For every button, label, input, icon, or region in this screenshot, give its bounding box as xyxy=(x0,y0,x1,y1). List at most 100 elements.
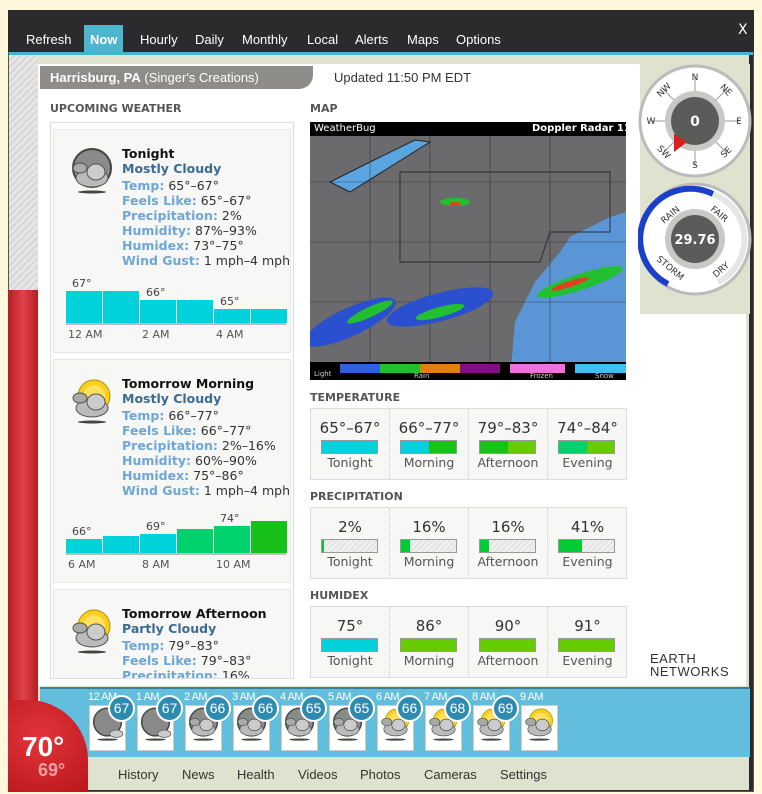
forecast-condition: Mostly Cloudy xyxy=(122,161,222,176)
hourly-item[interactable]: 1 AM 67 xyxy=(136,691,184,757)
summary-label: Afternoon xyxy=(477,455,539,470)
hourly-item[interactable]: 6 AM 66 xyxy=(376,691,424,757)
bar-label: 74° xyxy=(220,511,240,525)
precipitation-evening: 41% Evening xyxy=(548,508,627,578)
bar-label: 69° xyxy=(146,520,166,534)
bottom-nav-history[interactable]: History xyxy=(118,767,158,782)
summary-label: Tonight xyxy=(327,653,373,668)
forecast-detail: Feels Like: 79°–83° xyxy=(122,653,251,668)
close-button[interactable]: X xyxy=(738,22,748,38)
bar-fill xyxy=(480,639,535,651)
upcoming-list[interactable]: Tonight Mostly Cloudy Temp: 65°–67° Feels L… xyxy=(50,122,294,679)
location-tab[interactable]: Harrisburg, PA (Singer's Creations) xyxy=(40,66,313,89)
accent-line xyxy=(9,52,753,55)
bar-segment xyxy=(559,441,587,453)
sun-cloudy-icon xyxy=(68,376,116,424)
bottom-nav-cameras[interactable]: Cameras xyxy=(424,767,477,782)
city: Harrisburg, PA xyxy=(50,70,141,85)
nav-refresh[interactable]: Refresh xyxy=(20,25,78,52)
compass-w: W xyxy=(647,117,656,127)
detail-value: 65°–67° xyxy=(168,178,219,193)
nav-monthly[interactable]: Monthly xyxy=(236,25,294,52)
summary-label: Morning xyxy=(403,653,455,668)
forecast-detail: Temp: 65°–67° xyxy=(122,178,219,193)
hour-temp: 65 xyxy=(348,695,375,722)
nav-maps[interactable]: Maps xyxy=(401,25,445,52)
current-temp: 70° xyxy=(22,731,65,762)
forecast-detail: Humidity: 87%–93% xyxy=(122,223,257,238)
hourly-item[interactable]: 4 AM 65 xyxy=(280,691,328,757)
forecast-card[interactable]: Tomorrow Morning Mostly Cloudy Temp: 66°–7… xyxy=(53,359,291,583)
bar-segment xyxy=(507,441,535,453)
earth-networks-logo: EARTH NETWORKS xyxy=(650,651,730,679)
detail-label: Humidex: xyxy=(122,468,190,483)
forecast-card[interactable]: Tonight Mostly Cloudy Temp: 65°–67° Feels L… xyxy=(53,129,291,353)
compass-n: N xyxy=(692,73,699,83)
detail-label: Temp: xyxy=(122,408,165,423)
wind-compass[interactable]: NNEESESSWWNW 0 xyxy=(638,64,754,180)
radar-map[interactable]: WeatherBug Doppler Radar 11:36 P Light R… xyxy=(310,122,626,380)
hourly-strip[interactable]: 12 AM 67 1 AM 67 2 AM 66 3 AM 66 4 AM 65 5 AM 65 6 A… xyxy=(40,687,750,757)
summary-value: 66°–77° xyxy=(398,419,460,437)
legend-frozen: Frozen xyxy=(530,372,553,380)
bottom-nav-photos[interactable]: Photos xyxy=(360,767,400,782)
bar-fill xyxy=(559,639,614,651)
forecast-detail: Humidex: 73°–75° xyxy=(122,238,244,253)
temp-bar xyxy=(140,534,176,553)
bar-segment xyxy=(401,441,429,453)
feels-like-temp: 69° xyxy=(38,760,66,780)
hourly-item[interactable]: 8 AM 69 xyxy=(472,691,520,757)
forecast-detail: Humidex: 75°–86° xyxy=(122,468,244,483)
forecast-detail: Temp: 66°–77° xyxy=(122,408,219,423)
hourly-item[interactable]: 5 AM 65 xyxy=(328,691,376,757)
hourly-item[interactable]: 12 AM 67 xyxy=(88,691,136,757)
bottom-nav-health[interactable]: Health xyxy=(237,767,275,782)
forecast-detail: Wind Gust: 1 mph–4 mph xyxy=(122,253,290,268)
hour-temp: 66 xyxy=(204,695,231,722)
hour-temp: 68 xyxy=(444,695,471,722)
forecast-card[interactable]: Tomorrow Afternoon Partly Cloudy Temp: 79°… xyxy=(53,589,291,679)
hour-temp: 69 xyxy=(492,695,519,722)
nav-alerts[interactable]: Alerts xyxy=(349,25,394,52)
bar-fill xyxy=(559,540,582,552)
hourly-item[interactable]: 9 AM xyxy=(520,691,568,757)
summary-bar xyxy=(479,539,536,553)
detail-value: 65°–67° xyxy=(200,193,252,208)
nav-local[interactable]: Local xyxy=(301,25,344,52)
hour-time: 7 AM xyxy=(424,691,448,703)
temp-bar xyxy=(66,539,102,553)
nav-hourly[interactable]: Hourly xyxy=(134,25,184,52)
humidex-tonight: 75° Tonight xyxy=(311,607,390,677)
axis-tick: 10 AM xyxy=(216,558,251,571)
summary-value: 2% xyxy=(338,518,362,536)
temp-bar xyxy=(214,309,250,323)
summary-value: 75° xyxy=(336,617,364,635)
radar-legend xyxy=(340,364,626,373)
summary-label: Afternoon xyxy=(477,653,539,668)
hourly-item[interactable]: 3 AM 66 xyxy=(232,691,280,757)
nav-now[interactable]: Now xyxy=(84,25,124,52)
detail-value: 2%–16% xyxy=(221,438,276,453)
nav-daily[interactable]: Daily xyxy=(189,25,230,52)
temp-bar xyxy=(140,300,176,323)
bottom-nav-news[interactable]: News xyxy=(182,767,215,782)
detail-label: Precipitation: xyxy=(122,668,218,679)
nav-options[interactable]: Options xyxy=(450,25,507,52)
summary-bar xyxy=(558,440,615,454)
bottom-nav-settings[interactable]: Settings xyxy=(500,767,547,782)
bar-fill xyxy=(401,639,456,651)
hourly-item[interactable]: 2 AM 66 xyxy=(184,691,232,757)
bar-segment xyxy=(428,441,456,453)
hour-time: 2 AM xyxy=(184,691,208,703)
axis-tick: 8 AM xyxy=(142,558,170,571)
barometer-gauge[interactable]: RAIN FAIR STORM DRY 29.76 xyxy=(638,182,754,298)
chart-axis xyxy=(66,553,286,555)
bottom-nav-videos[interactable]: Videos xyxy=(298,767,338,782)
hourly-item[interactable]: 7 AM 68 xyxy=(424,691,472,757)
hourly-temp-chart: 67° 66° 65° xyxy=(66,277,287,323)
temp-bar xyxy=(103,535,139,553)
summary-bar xyxy=(479,638,536,652)
moon-cloudy-icon xyxy=(68,146,116,194)
temp-bar xyxy=(214,525,250,553)
bar-label: 67° xyxy=(72,277,92,290)
